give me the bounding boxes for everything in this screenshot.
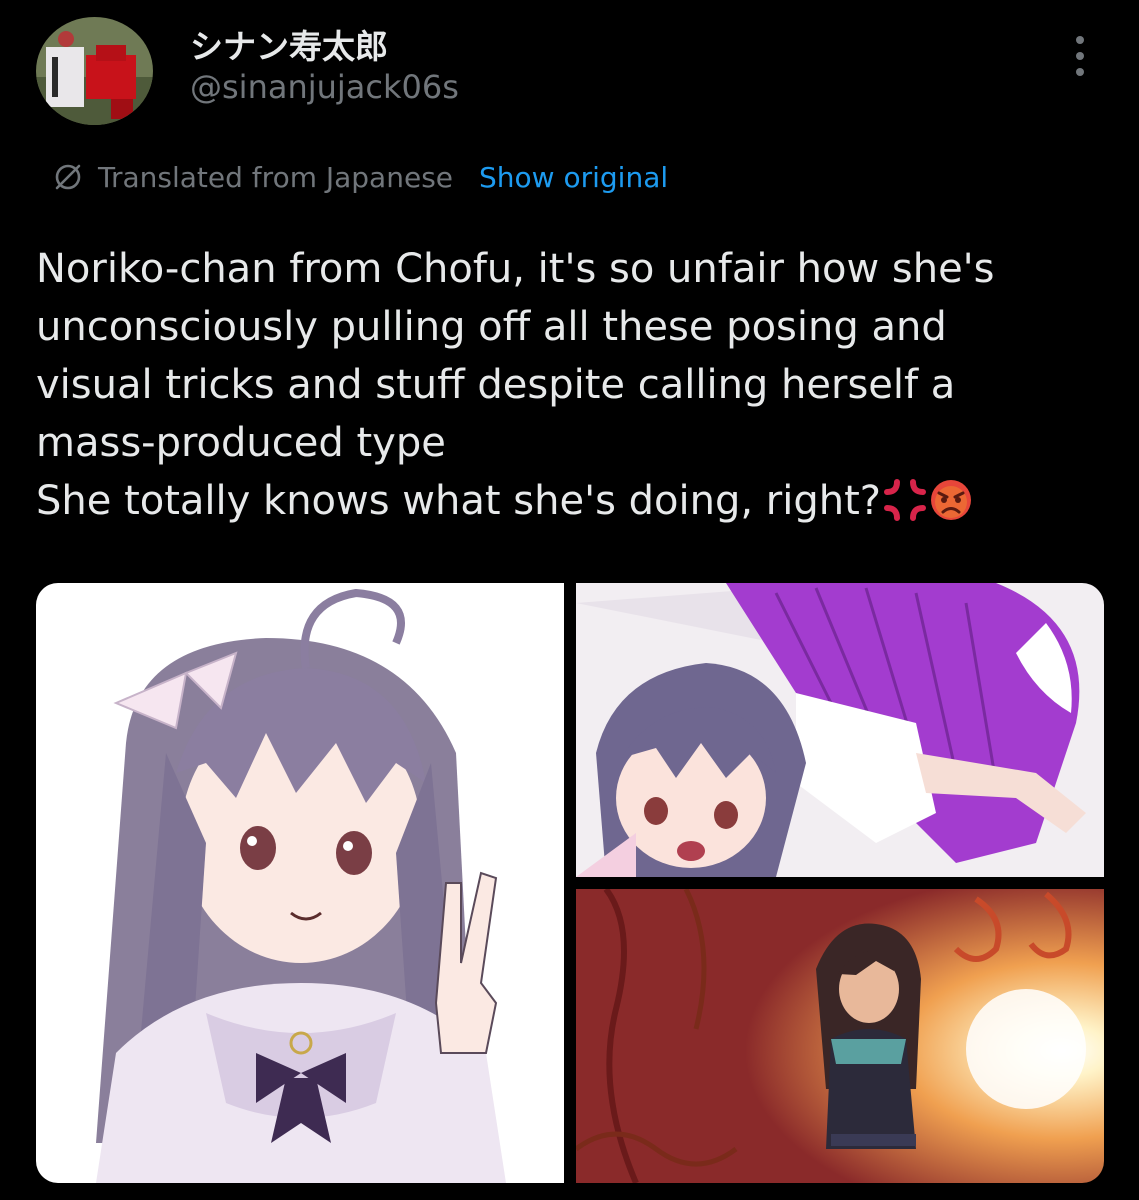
show-original-link[interactable]: Show original [479,161,668,194]
tweet-text-line: Noriko-chan from Chofu, it's so unfair h… [36,246,995,292]
tweet-text-line: unconsciously pulling off all these posi… [36,304,947,350]
tweet-text: Noriko-chan from Chofu, it's so unfair h… [36,240,1096,530]
media-image-3[interactable] [576,889,1104,1183]
anger-symbol-emoji [883,479,926,521]
anime-girl-leaning-image [576,583,1104,877]
more-options-dot [1076,52,1084,60]
avatar[interactable] [36,17,153,125]
translation-label: Translated from Japanese [98,160,454,194]
translation-row: Translated from Japanese Show original [52,157,668,197]
tweet-text-line: visual tricks and stuff despite calling … [36,362,956,408]
media-image-1[interactable] [36,583,564,1183]
author-handle[interactable]: @sinanjujack06s [190,68,459,106]
media-image-2[interactable] [576,583,1104,877]
tweet-view: シナン寿太郎 @sinanjujack06s Translated from J… [0,0,1139,1200]
media-grid [36,583,1104,1183]
more-options-icon [1076,36,1084,44]
tweet-text-last-line: She totally knows what she's doing, righ… [36,472,1096,530]
author-display-name[interactable]: シナン寿太郎 [190,20,388,68]
tweet-text-line: mass-produced type [36,420,446,466]
more-options-dot [1076,68,1084,76]
anime-girl-peace-sign-image [36,583,564,1183]
globe-translate-icon [55,164,81,190]
avatar-photo [36,17,153,125]
tweet-text-line: She totally knows what she's doing, righ… [36,478,881,524]
anime-girl-stage-light-image [576,889,1104,1183]
more-options-button[interactable] [1062,32,1098,80]
pouting-face-emoji [930,480,971,520]
